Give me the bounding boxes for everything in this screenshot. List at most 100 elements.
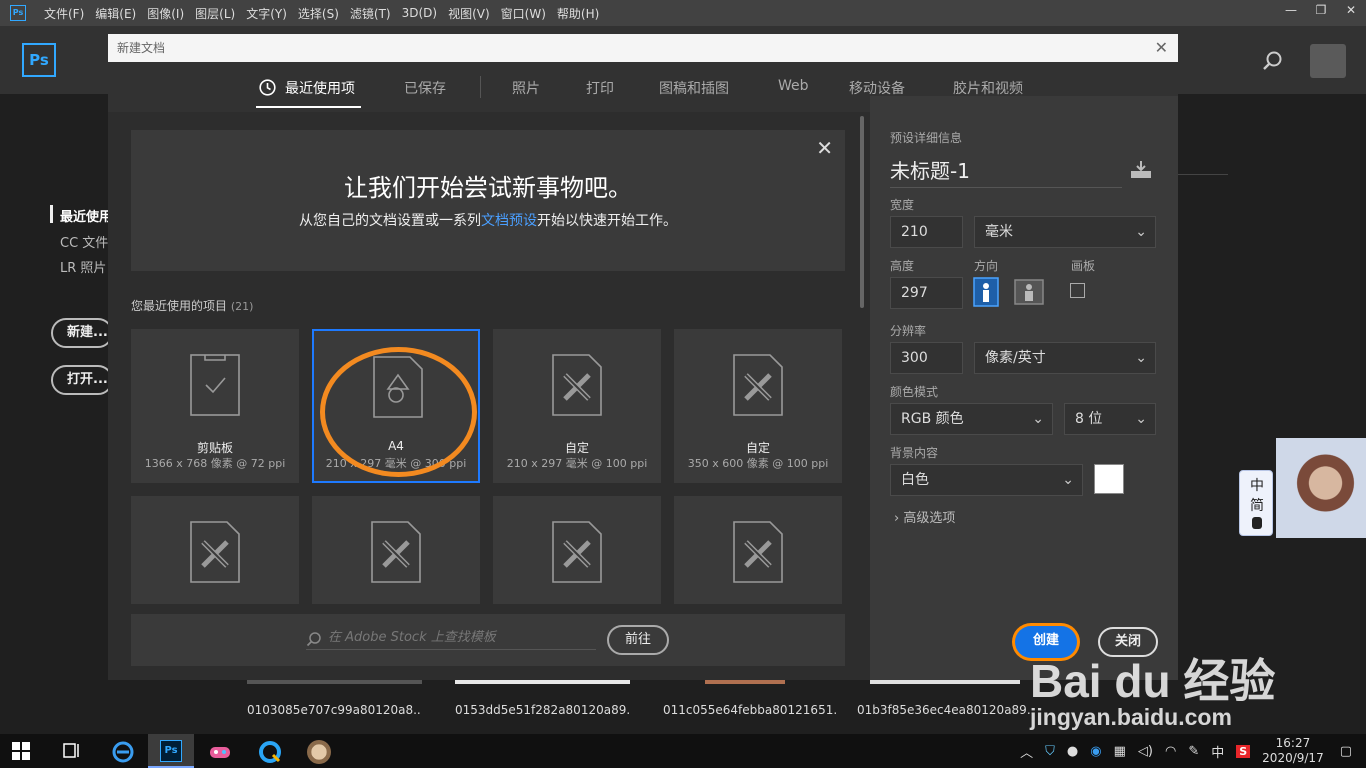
presets-scrollbar[interactable] bbox=[860, 116, 864, 308]
sogou-ime-icon[interactable]: S bbox=[1236, 744, 1251, 758]
resolution-unit-value: 像素/英寸 bbox=[985, 350, 1046, 366]
document-ruler-icon bbox=[733, 354, 783, 416]
resolution-unit-select[interactable]: 像素/英寸 ⌄ bbox=[974, 342, 1156, 374]
menu-type[interactable]: 文字(Y) bbox=[246, 5, 287, 22]
notification-icon[interactable]: ▢ bbox=[1340, 744, 1352, 759]
taskbar-photoshop-active[interactable]: Ps bbox=[148, 734, 194, 768]
recent-file-name[interactable]: 0153dd5e51f282a80120a89... bbox=[455, 703, 630, 717]
tab-photo[interactable]: 照片 bbox=[512, 78, 540, 98]
preset-card-custom[interactable] bbox=[131, 496, 299, 604]
close-icon[interactable]: ✕ bbox=[1155, 38, 1168, 57]
preset-details-panel: 预设详细信息 未标题-1 宽度 210 毫米 ⌄ 高度 方向 画板 297 分辨率… bbox=[870, 96, 1178, 680]
tab-saved[interactable]: 已保存 bbox=[404, 78, 446, 98]
height-input[interactable]: 297 bbox=[890, 277, 963, 309]
tab-recent[interactable]: 最近使用项 bbox=[285, 78, 355, 98]
tab-print[interactable]: 打印 bbox=[586, 78, 614, 98]
preset-card-custom[interactable] bbox=[312, 496, 480, 604]
tab-divider bbox=[480, 76, 481, 98]
recent-file-thumb[interactable] bbox=[870, 680, 1020, 684]
recent-file-name[interactable]: 011c055e64febba80121651... bbox=[663, 703, 838, 717]
menu-image[interactable]: 图像(I) bbox=[147, 5, 184, 22]
taskbar-clock[interactable]: 16:27 2020/9/17 bbox=[1262, 736, 1324, 766]
restore-button[interactable]: ❐ bbox=[1306, 0, 1336, 20]
recent-file-name[interactable]: 01b3f85e36ec4ea80120a89... bbox=[857, 703, 1032, 717]
tab-film-video[interactable]: 胶片和视频 bbox=[953, 78, 1023, 98]
document-name-input[interactable]: 未标题-1 bbox=[890, 156, 1122, 188]
close-icon[interactable]: ✕ bbox=[816, 136, 833, 160]
ime-simplified[interactable]: 简 bbox=[1240, 495, 1274, 515]
security-shield-icon[interactable]: ⛉ bbox=[1045, 744, 1055, 759]
preset-card-custom[interactable]: 自定 210 x 297 毫米 @ 100 ppi bbox=[493, 329, 661, 483]
tab-mobile[interactable]: 移动设备 bbox=[849, 78, 905, 98]
advanced-options-toggle[interactable]: › 高级选项 bbox=[894, 507, 955, 526]
menu-view[interactable]: 视图(V) bbox=[448, 5, 490, 22]
open-button[interactable]: 打开... bbox=[51, 365, 113, 395]
ime-floating-bar[interactable]: 中 简 bbox=[1239, 470, 1273, 536]
menu-window[interactable]: 窗口(W) bbox=[501, 5, 546, 22]
network-monitor-icon[interactable]: ▦ bbox=[1114, 744, 1126, 759]
stock-search-input[interactable]: 在 Adobe Stock 上查找模板 bbox=[306, 628, 596, 650]
new-button[interactable]: 新建... bbox=[51, 318, 113, 348]
menu-filter[interactable]: 滤镜(T) bbox=[350, 5, 391, 22]
recent-file-thumb[interactable] bbox=[247, 680, 422, 684]
background-select[interactable]: 白色 ⌄ bbox=[890, 464, 1083, 496]
sidebar-item-cc-files[interactable]: CC 文件 bbox=[60, 232, 108, 251]
browser-tray-icon[interactable]: ◉ bbox=[1090, 744, 1101, 759]
recent-items-text: 您最近使用的项目 bbox=[131, 299, 228, 313]
preset-card-custom[interactable]: 自定 350 x 600 像素 @ 100 ppi bbox=[674, 329, 842, 483]
search-icon[interactable] bbox=[1262, 50, 1284, 72]
menu-edit[interactable]: 编辑(E) bbox=[95, 5, 136, 22]
chevron-up-icon[interactable]: ︿ bbox=[1020, 742, 1033, 761]
windows-start-icon[interactable] bbox=[12, 742, 30, 760]
tab-web[interactable]: Web bbox=[778, 78, 809, 94]
color-mode-select[interactable]: RGB 颜色 ⌄ bbox=[890, 403, 1053, 435]
width-unit-value: 毫米 bbox=[985, 224, 1013, 240]
background-color-swatch[interactable] bbox=[1094, 464, 1124, 494]
sidebar-item-lr-photos[interactable]: LR 照片 bbox=[60, 257, 108, 276]
qq-icon[interactable]: ● bbox=[1067, 744, 1078, 759]
document-ruler-icon bbox=[190, 521, 240, 583]
recent-file-thumb[interactable] bbox=[705, 680, 785, 684]
pen-icon[interactable]: ✎ bbox=[1188, 744, 1199, 759]
game-center-icon[interactable] bbox=[208, 740, 232, 764]
artboard-checkbox[interactable] bbox=[1070, 283, 1085, 298]
qq-browser-icon[interactable] bbox=[258, 740, 282, 764]
portrait-orientation-icon[interactable] bbox=[973, 277, 999, 307]
home-sidebar bbox=[0, 94, 108, 734]
resolution-input[interactable]: 300 bbox=[890, 342, 963, 374]
menu-3d[interactable]: 3D(D) bbox=[402, 6, 437, 20]
menu-select[interactable]: 选择(S) bbox=[298, 5, 339, 22]
preset-card-clipboard[interactable]: 剪贴板 1366 x 768 像素 @ 72 ppi bbox=[131, 329, 299, 483]
recent-file-thumb[interactable] bbox=[455, 680, 630, 684]
menu-file[interactable]: 文件(F) bbox=[44, 5, 84, 22]
sidebar-item-recent[interactable]: 最近使用 bbox=[60, 206, 108, 225]
width-input[interactable]: 210 bbox=[890, 216, 963, 248]
orientation-label: 方向 bbox=[974, 259, 999, 273]
save-preset-icon[interactable] bbox=[1129, 160, 1153, 180]
photo-app-icon[interactable] bbox=[307, 740, 331, 764]
landscape-orientation-icon[interactable] bbox=[1014, 279, 1044, 305]
menu-bar: Ps 文件(F) 编辑(E) 图像(I) 图层(L) 文字(Y) 选择(S) 滤… bbox=[0, 0, 1366, 26]
bit-depth-select[interactable]: 8 位 ⌄ bbox=[1064, 403, 1156, 435]
close-window-button[interactable]: ✕ bbox=[1336, 0, 1366, 20]
tab-art-illustration[interactable]: 图稿和插图 bbox=[659, 78, 729, 98]
wifi-icon[interactable]: ◠ bbox=[1165, 744, 1176, 759]
task-view-icon[interactable] bbox=[62, 741, 82, 761]
recent-file-name[interactable]: 0103085e707c99a80120a8... bbox=[247, 703, 422, 717]
preset-card-custom[interactable] bbox=[674, 496, 842, 604]
menu-help[interactable]: 帮助(H) bbox=[557, 5, 599, 22]
ime-skin-icon[interactable] bbox=[1252, 517, 1262, 529]
width-unit-select[interactable]: 毫米 ⌄ bbox=[974, 216, 1156, 248]
preset-card-custom[interactable] bbox=[493, 496, 661, 604]
recent-items-label: 您最近使用的项目 (21) bbox=[131, 297, 253, 314]
minimize-button[interactable]: — bbox=[1276, 0, 1306, 20]
menu-layer[interactable]: 图层(L) bbox=[195, 5, 235, 22]
ime-language[interactable]: 中 bbox=[1240, 475, 1274, 495]
internet-explorer-icon[interactable] bbox=[111, 740, 135, 764]
document-presets-link[interactable]: 文档预设 bbox=[481, 213, 537, 229]
user-avatar[interactable] bbox=[1310, 44, 1346, 78]
volume-icon[interactable]: ◁) bbox=[1138, 744, 1153, 759]
go-button[interactable]: 前往 bbox=[607, 625, 669, 655]
ime-language-indicator[interactable]: 中 bbox=[1211, 742, 1224, 761]
preset-details-heading: 预设详细信息 bbox=[890, 131, 963, 145]
